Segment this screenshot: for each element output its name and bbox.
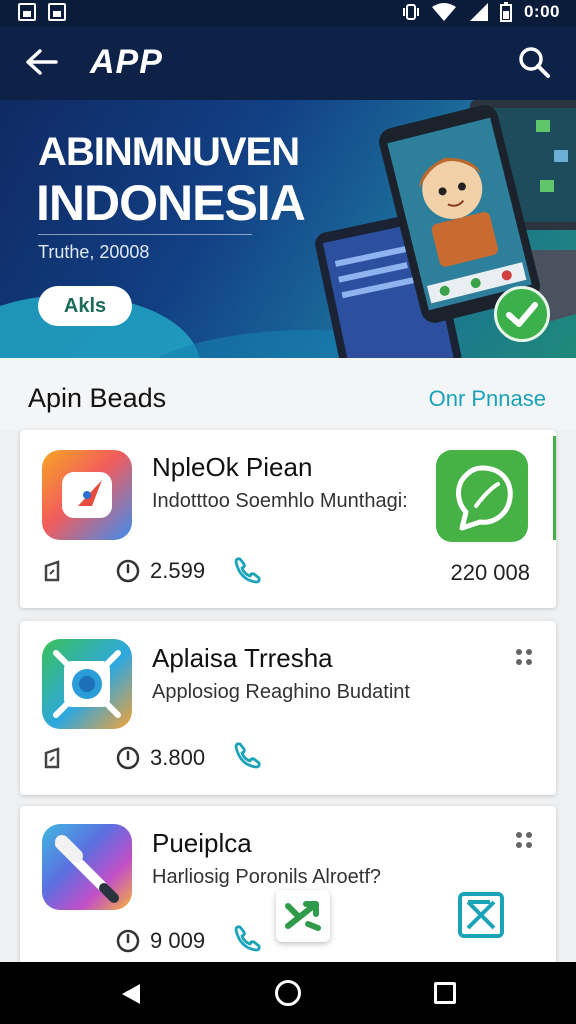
edit-box-icon	[458, 892, 504, 938]
app-bar: APP	[0, 26, 576, 100]
app-title: Pueiplca	[152, 828, 252, 858]
card-accent-bar	[553, 436, 556, 540]
app-description: Indotttoo Soemhlo Munthagi:	[152, 490, 408, 512]
more-icon[interactable]	[514, 647, 534, 667]
more-icon[interactable]	[514, 830, 534, 850]
bookmark-icon[interactable]	[42, 747, 64, 769]
wifi-icon	[431, 3, 456, 21]
nav-back-icon[interactable]	[120, 982, 142, 1006]
vibrate-icon	[402, 4, 419, 20]
link-icon[interactable]	[232, 924, 262, 952]
banner-title-line2: INDONESIA	[36, 175, 306, 231]
app-size: 220 008	[450, 560, 530, 585]
back-button[interactable]	[22, 44, 62, 80]
compass-icon	[62, 472, 112, 518]
app-card[interactable]: NpleOk Piean Indotttoo Soemhlo Munthagi:…	[20, 430, 556, 608]
promo-banner[interactable]: ABINMNUVEN INDONESIA Truthe, 20008 Akls	[0, 100, 576, 358]
clock-icon	[116, 746, 140, 770]
link-icon[interactable]	[232, 741, 262, 769]
app-title: APP	[90, 43, 163, 81]
app-description: Harliosig Poronils Alroetf?	[152, 866, 381, 888]
app-count: 3.800	[150, 745, 206, 770]
edit-button[interactable]	[456, 888, 508, 940]
signal-icon	[469, 3, 488, 21]
link-icon[interactable]	[232, 556, 262, 584]
search-icon	[519, 47, 550, 78]
banner-subtitle: Truthe, 20008	[38, 242, 150, 262]
search-button[interactable]	[516, 44, 552, 80]
app-description: Applosiog Reaghino Budatint	[152, 681, 410, 703]
app-count: 9 009	[150, 928, 206, 953]
bookmark-icon[interactable]	[42, 560, 64, 582]
status-time: 0:00	[523, 2, 560, 21]
nav-recents-icon[interactable]	[434, 982, 456, 1004]
clock-icon	[116, 929, 140, 953]
app-title: Aplaisa Trresha	[152, 643, 333, 673]
verified-badge	[494, 286, 550, 342]
install-tile[interactable]	[436, 450, 528, 542]
app-card[interactable]: Aplaisa Trresha Applosiog Reaghino Budat…	[20, 621, 556, 795]
section-header: Apin Beads Onr Pnnase	[0, 358, 576, 430]
camera-lens-icon	[53, 650, 121, 718]
shuffle-icon	[285, 901, 321, 931]
shuffle-button[interactable]	[276, 890, 330, 942]
app-icon	[42, 639, 132, 729]
app-count: 2.599	[150, 558, 206, 583]
section-more-link[interactable]: Onr Pnnase	[429, 386, 546, 412]
gallery-notification-icon	[18, 3, 36, 21]
app-icon	[42, 450, 132, 540]
battery-icon	[499, 2, 512, 22]
chat-leaf-icon	[456, 465, 513, 531]
nav-home-icon[interactable]	[275, 980, 301, 1006]
app-title: NpleOk Piean	[152, 452, 313, 482]
checkmark-icon	[506, 302, 538, 327]
clock-icon	[116, 559, 140, 583]
image-notification-icon	[48, 3, 66, 21]
banner-divider	[38, 234, 252, 235]
banner-action-button[interactable]: Akls	[38, 286, 132, 326]
section-title: Apin Beads	[28, 383, 167, 413]
status-bar: 0:00	[0, 0, 576, 26]
tools-icon	[55, 835, 119, 903]
app-icon	[42, 824, 132, 910]
system-nav-bar	[0, 962, 576, 1024]
banner-title-line1: ABINMNUVEN	[38, 130, 300, 174]
back-arrow-icon	[26, 49, 58, 75]
